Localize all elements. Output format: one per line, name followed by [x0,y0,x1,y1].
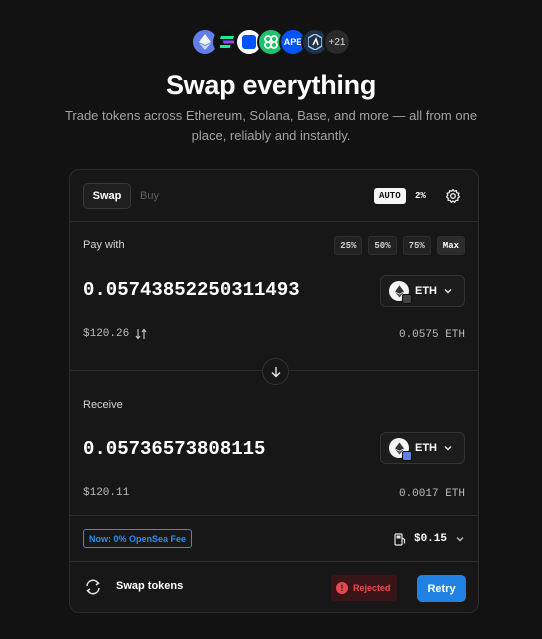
chevron-down-icon [444,289,452,294]
eth-token-icon [389,438,412,461]
percent-75-button[interactable]: 75% [402,236,431,255]
eth-token-icon [389,281,412,304]
tab-buy[interactable]: Buy [140,183,170,209]
gas-fee-value: $0.15 [413,533,447,545]
swap-tokens-label: Swap tokens [116,580,184,592]
pay-label: Pay with [83,239,125,251]
more-chains-count: +21 [323,28,351,56]
tab-swap[interactable]: Swap [83,183,131,209]
pay-usd-text: $120.26 [83,328,130,340]
flip-direction-button[interactable] [262,358,289,385]
chevron-down-icon [444,446,452,451]
chain-icons: APE +21 [0,28,542,56]
pay-balance: 0.0575 ETH [398,329,465,341]
gas-pump-icon [394,532,406,546]
error-icon: ! [336,582,348,594]
slippage-value[interactable]: 2% [415,188,426,204]
swap-topbar: Swap Buy AUTO 2% [70,170,478,222]
receive-amount: 0.05736573808115 [83,438,266,460]
pay-token-selector[interactable]: ETH [380,275,465,307]
percent-25-button[interactable]: 25% [334,236,363,255]
pay-usd-value: $120.26 [83,328,147,340]
pay-amount-input[interactable]: 0.05743852250311493 [83,279,300,301]
rejected-status-text: Rejected [353,583,391,593]
fee-row: Now: 0% OpenSea Fee $0.15 [70,516,478,562]
action-row: Swap tokens ! Rejected Retry [70,563,478,612]
network-badge-icon [402,451,412,461]
receive-label: Receive [83,399,123,411]
percent-max-button[interactable]: Max [436,236,465,255]
receive-usd-text: $120.11 [83,487,130,499]
pay-token-symbol: ETH [415,285,437,297]
gear-icon[interactable] [445,188,461,204]
receive-balance: 0.0017 ETH [398,488,465,500]
auto-slippage-badge[interactable]: AUTO [374,188,406,204]
receive-token-symbol: ETH [415,442,437,454]
retry-button[interactable]: Retry [417,575,466,602]
receive-usd-value: $120.11 [83,487,129,499]
gas-fee-toggle[interactable]: $0.15 [394,529,465,549]
swap-icon [86,579,100,595]
page-subtitle: Trade tokens across Ethereum, Solana, Ba… [64,108,478,143]
switch-currency-icon[interactable] [135,328,147,340]
arrow-down-icon [271,366,280,377]
chevron-down-icon [456,537,464,542]
pay-section: Pay with 25% 50% 75% Max 0.0574385225031… [70,223,478,371]
network-badge-icon [402,294,412,304]
rejected-status-badge: ! Rejected [331,575,397,601]
swap-card: Swap Buy AUTO 2% Pay with 25% 50% 75% Ma… [69,169,479,613]
receive-token-selector[interactable]: ETH [380,432,465,464]
percent-buttons: 25% 50% 75% Max [334,236,465,255]
percent-50-button[interactable]: 50% [368,236,397,255]
receive-section: Receive 0.05736573808115 ETH $120.11 0.0… [70,372,478,516]
opensea-fee-badge: Now: 0% OpenSea Fee [83,529,193,548]
page-title: Swap everything [165,70,377,100]
